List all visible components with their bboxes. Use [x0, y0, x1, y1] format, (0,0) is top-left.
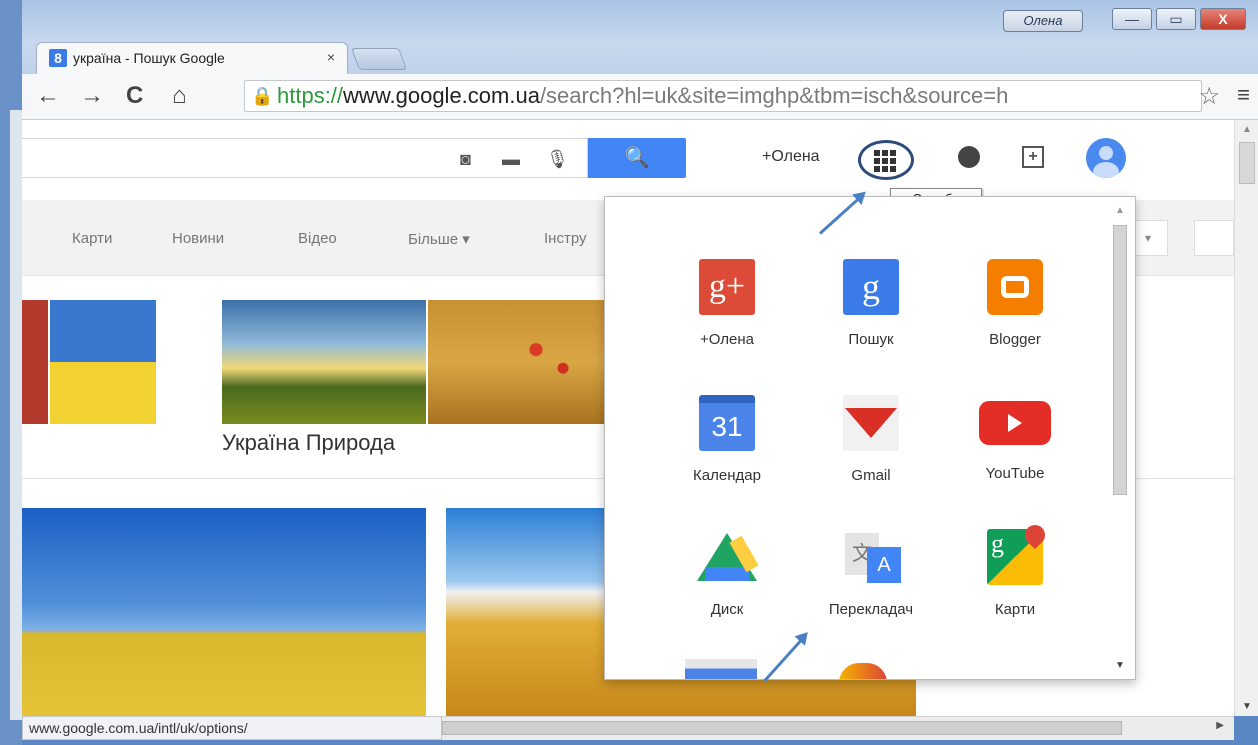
horizontal-scrollbar[interactable]: ▶: [442, 716, 1234, 740]
tab-news[interactable]: Новини: [172, 230, 224, 247]
browser-toolbar: ← → C ⌂ 🔒 https://www.google.com.ua/sear…: [22, 74, 1258, 120]
image-thumbnail[interactable]: [50, 300, 156, 424]
app-maps[interactable]: g Карти: [945, 520, 1085, 639]
app-label: Диск: [710, 601, 744, 618]
window-left-frame: [0, 0, 22, 745]
home-icon[interactable]: ⌂: [172, 82, 187, 110]
share-icon[interactable]: +: [1022, 146, 1044, 168]
app-youtube[interactable]: YouTube: [945, 395, 1085, 505]
apps-dropdown: g+ +Олена g Пошук Blogger 31 Календар Gm…: [604, 196, 1136, 680]
camera-icon[interactable]: ◙: [460, 149, 471, 170]
image-thumbnail[interactable]: [22, 300, 48, 424]
address-url: https://www.google.com.ua/search?hl=uk&s…: [277, 83, 1009, 108]
profile-badge[interactable]: Олена: [1003, 10, 1083, 32]
google-search-icon: g: [843, 259, 899, 315]
scroll-thumb[interactable]: [442, 721, 1122, 735]
scroll-up-icon[interactable]: ▲: [1242, 124, 1252, 135]
image-thumbnail[interactable]: [222, 300, 426, 424]
settings-box[interactable]: [1194, 220, 1234, 256]
browser-tab-active[interactable]: 8 україна - Пошук Google ×: [36, 42, 348, 74]
image-thumbnail[interactable]: [428, 300, 608, 424]
drive-icon: [697, 529, 759, 585]
plus-user-link[interactable]: +Олена: [762, 148, 820, 166]
scroll-up-icon[interactable]: ▲: [1115, 205, 1125, 216]
app-search[interactable]: g Пошук: [801, 259, 941, 369]
search-input[interactable]: ◙ ▬ 🎙: [22, 138, 588, 178]
window-controls: — ▭ X: [1112, 8, 1246, 30]
app-drive[interactable]: Диск: [657, 529, 797, 639]
tab-more[interactable]: Більше ▾: [408, 230, 470, 248]
status-bar: www.google.com.ua/intl/uk/options/: [22, 716, 442, 740]
app-label: Перекладач: [828, 601, 914, 618]
scroll-down-icon[interactable]: ▼: [1242, 701, 1252, 712]
blogger-icon: [987, 259, 1043, 315]
microphone-icon[interactable]: 🎙: [546, 149, 569, 170]
scroll-thumb[interactable]: [1113, 225, 1127, 495]
new-tab-button[interactable]: [350, 48, 408, 70]
app-blogger[interactable]: Blogger: [945, 259, 1085, 369]
app-label: Календар: [693, 467, 761, 484]
translate-icon: 文A: [843, 529, 901, 585]
tab-tools[interactable]: Інстру: [544, 230, 587, 247]
app-label: Карти: [994, 601, 1036, 618]
scroll-thumb[interactable]: [1239, 142, 1255, 184]
app-gmail[interactable]: Gmail: [801, 395, 941, 505]
avatar[interactable]: [1086, 138, 1126, 178]
bookmark-star-icon[interactable]: ☆: [1198, 82, 1220, 111]
result-caption[interactable]: Україна Природа: [222, 430, 395, 456]
google-favicon-icon: 8: [49, 49, 67, 67]
app-label: Пошук: [848, 331, 894, 348]
app-partial-icon[interactable]: [685, 659, 757, 679]
apps-grid-icon[interactable]: [874, 150, 896, 172]
tab-maps[interactable]: Карти: [72, 230, 112, 247]
app-label: Gmail: [851, 467, 891, 484]
tab-title: україна - Пошук Google: [73, 50, 225, 66]
reload-icon[interactable]: C: [126, 82, 143, 110]
frame-strip: [10, 110, 22, 720]
page-scrollbar[interactable]: ▲ ▼: [1234, 120, 1258, 716]
app-partial-icon[interactable]: [839, 663, 887, 679]
app-label: YouTube: [985, 465, 1045, 482]
app-google-plus[interactable]: g+ +Олена: [657, 259, 797, 369]
search-button[interactable]: 🔍: [588, 138, 686, 178]
image-thumbnail[interactable]: [22, 508, 426, 716]
app-label: Blogger: [989, 331, 1041, 348]
gmail-icon: [843, 395, 899, 451]
calendar-icon: 31: [699, 395, 755, 451]
notifications-icon[interactable]: [958, 146, 980, 168]
tab-close-icon[interactable]: ×: [327, 49, 335, 65]
tab-video[interactable]: Відео: [298, 230, 337, 247]
forward-icon[interactable]: →: [80, 82, 104, 110]
app-label: +Олена: [700, 331, 754, 348]
scroll-right-icon[interactable]: ▶: [1216, 720, 1224, 731]
minimize-button[interactable]: —: [1112, 8, 1152, 30]
browser-window: Олена — ▭ X 8 україна - Пошук Google × ←…: [0, 0, 1258, 745]
dropdown-scrollbar[interactable]: ▲ ▼: [1111, 205, 1129, 671]
search-icon: 🔍: [624, 147, 650, 169]
address-bar[interactable]: 🔒 https://www.google.com.ua/search?hl=uk…: [244, 80, 1202, 112]
maximize-button[interactable]: ▭: [1156, 8, 1196, 30]
close-window-button[interactable]: X: [1200, 8, 1246, 30]
youtube-icon: [979, 401, 1051, 445]
lock-icon: 🔒: [251, 86, 274, 106]
app-calendar[interactable]: 31 Календар: [657, 395, 797, 505]
google-plus-icon: g+: [699, 259, 755, 315]
maps-icon: g: [987, 520, 1050, 585]
scroll-down-icon[interactable]: ▼: [1115, 660, 1125, 671]
chrome-menu-icon[interactable]: ≡: [1237, 82, 1250, 108]
app-translate[interactable]: 文A Перекладач: [801, 529, 941, 639]
back-icon[interactable]: ←: [36, 82, 60, 110]
keyboard-icon[interactable]: ▬: [502, 149, 520, 170]
